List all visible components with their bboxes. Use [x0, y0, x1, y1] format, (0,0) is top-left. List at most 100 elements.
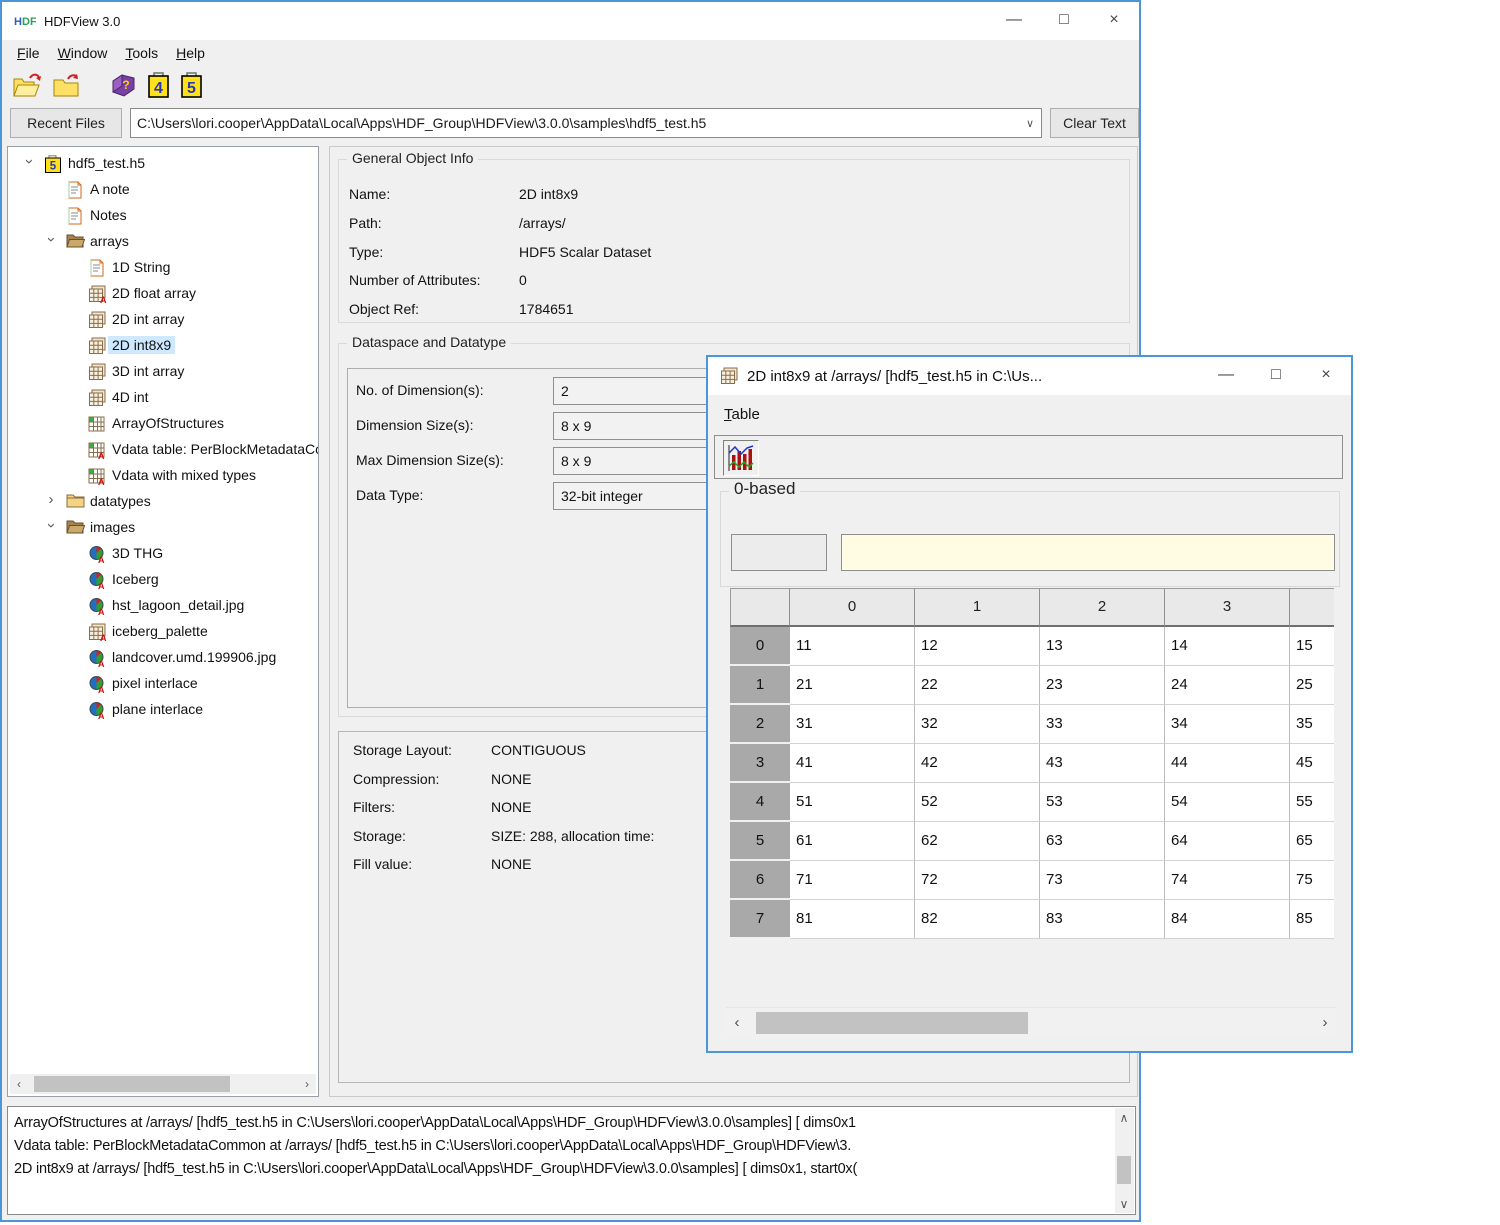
column-header-3[interactable]: 3 — [1165, 589, 1290, 627]
table-cell[interactable]: 33 — [1040, 705, 1165, 744]
lineplot-chart-button[interactable] — [723, 440, 759, 476]
table-cell[interactable]: 52 — [915, 783, 1040, 822]
menu-tools[interactable]: Tools — [116, 43, 167, 63]
table-cell[interactable]: 25 — [1290, 666, 1334, 705]
row-header-6[interactable]: 6 — [730, 861, 790, 900]
table-cell[interactable]: 65 — [1290, 822, 1334, 861]
table-cell[interactable]: 21 — [790, 666, 915, 705]
table-corner-cell[interactable] — [730, 589, 790, 627]
menu-file[interactable]: File — [8, 43, 49, 63]
help-book-icon[interactable]: ? — [110, 73, 137, 98]
table-cell[interactable]: 43 — [1040, 744, 1165, 783]
row-header-0[interactable]: 0 — [730, 627, 790, 666]
maximize-icon[interactable]: □ — [1251, 357, 1301, 393]
table-cell[interactable]: 71 — [790, 861, 915, 900]
close-icon[interactable]: × — [1089, 2, 1139, 38]
scroll-left-icon[interactable]: ‹ — [10, 1074, 28, 1094]
clear-text-button[interactable]: Clear Text — [1050, 108, 1139, 138]
tree-item-2d-float-array[interactable]: A2D float array — [8, 281, 318, 307]
chevron-down-icon[interactable]: ∨ — [1019, 117, 1041, 130]
maximize-icon[interactable]: □ — [1039, 2, 1089, 38]
scroll-right-icon[interactable]: › — [1316, 1008, 1334, 1038]
hdf4-icon[interactable]: 4 — [147, 72, 170, 99]
scrollbar-thumb[interactable] — [1117, 1156, 1131, 1184]
table-cell[interactable]: 34 — [1165, 705, 1290, 744]
tree-horizontal-scrollbar[interactable]: ‹ › — [10, 1074, 316, 1094]
scroll-right-icon[interactable]: › — [298, 1074, 316, 1094]
table-cell[interactable]: 63 — [1040, 822, 1165, 861]
table-cell[interactable]: 15 — [1290, 627, 1334, 666]
hdf5-icon[interactable]: 5 — [180, 72, 203, 99]
row-header-7[interactable]: 7 — [730, 900, 790, 939]
menu-table[interactable]: Table — [714, 404, 770, 425]
table-cell[interactable]: 35 — [1290, 705, 1334, 744]
tree-item-4d-int[interactable]: 4D int — [8, 385, 318, 411]
scroll-left-icon[interactable]: ‹ — [728, 1008, 746, 1038]
cell-value-field[interactable] — [841, 534, 1335, 571]
table-cell[interactable]: 64 — [1165, 822, 1290, 861]
table-cell[interactable]: 85 — [1290, 900, 1334, 939]
table-cell[interactable]: 12 — [915, 627, 1040, 666]
close-file-icon[interactable] — [52, 72, 80, 99]
table-cell[interactable]: 32 — [915, 705, 1040, 744]
table-cell[interactable]: 11 — [790, 627, 915, 666]
tree-item-arrays[interactable]: ›arrays — [8, 229, 318, 255]
tree-item-hst-lagoon-detail-jpg[interactable]: Ahst_lagoon_detail.jpg — [8, 593, 318, 619]
table-cell[interactable]: 53 — [1040, 783, 1165, 822]
minimize-icon[interactable]: — — [1201, 357, 1251, 393]
tree-item-2d-int-array[interactable]: 2D int array — [8, 307, 318, 333]
scrollbar-thumb[interactable] — [756, 1012, 1028, 1034]
tree-item-arrayofstructures[interactable]: ArrayOfStructures — [8, 411, 318, 437]
table-cell[interactable]: 45 — [1290, 744, 1334, 783]
row-header-2[interactable]: 2 — [730, 705, 790, 744]
tree-item-pixel-interlace[interactable]: Apixel interlace — [8, 671, 318, 697]
table-cell[interactable]: 61 — [790, 822, 915, 861]
table-cell[interactable]: 83 — [1040, 900, 1165, 939]
table-cell[interactable]: 14 — [1165, 627, 1290, 666]
tree-item-plane-interlace[interactable]: Aplane interlace — [8, 697, 318, 723]
table-cell[interactable]: 81 — [790, 900, 915, 939]
table-cell[interactable]: 51 — [790, 783, 915, 822]
recent-files-button[interactable]: Recent Files — [10, 108, 122, 138]
column-header-0[interactable]: 0 — [790, 589, 915, 627]
chevron-down-icon[interactable]: › — [22, 153, 36, 170]
table-cell[interactable]: 22 — [915, 666, 1040, 705]
tree-item-notes[interactable]: Notes — [8, 203, 318, 229]
table-cell[interactable]: 74 — [1165, 861, 1290, 900]
tree-item-3d-int-array[interactable]: 3D int array — [8, 359, 318, 385]
tree-item-hdf5-test-h5[interactable]: ›5hdf5_test.h5 — [8, 151, 318, 177]
table-cell[interactable]: 42 — [915, 744, 1040, 783]
table-cell[interactable]: 41 — [790, 744, 915, 783]
table-horizontal-scrollbar[interactable]: ‹ › — [726, 1007, 1336, 1038]
tree-item-iceberg[interactable]: AIceberg — [8, 567, 318, 593]
tree-item-vdata-table-perblockmetadatacommon[interactable]: AVdata table: PerBlockMetadataCommon — [8, 437, 318, 463]
tree-item-1d-string[interactable]: 1D String — [8, 255, 318, 281]
table-cell[interactable]: 44 — [1165, 744, 1290, 783]
tree-item-3d-thg[interactable]: A3D THG — [8, 541, 318, 567]
chevron-right-icon[interactable]: › — [44, 491, 58, 508]
table-cell[interactable]: 55 — [1290, 783, 1334, 822]
menu-help[interactable]: Help — [167, 43, 214, 63]
menu-window[interactable]: Window — [49, 43, 117, 63]
tree-item-landcover-umd-199906-jpg[interactable]: Alandcover.umd.199906.jpg — [8, 645, 318, 671]
table-cell[interactable]: 13 — [1040, 627, 1165, 666]
tree-item-datatypes[interactable]: ›datatypes — [8, 489, 318, 515]
cell-reference-field[interactable] — [731, 534, 827, 571]
row-header-3[interactable]: 3 — [730, 744, 790, 783]
row-header-5[interactable]: 5 — [730, 822, 790, 861]
table-cell[interactable]: 23 — [1040, 666, 1165, 705]
column-header-2[interactable]: 2 — [1040, 589, 1165, 627]
table-cell[interactable]: 84 — [1165, 900, 1290, 939]
tree-item-2d-int8x9[interactable]: 2D int8x9 — [8, 333, 318, 359]
minimize-icon[interactable]: — — [989, 2, 1039, 38]
log-vertical-scrollbar[interactable]: ∧ ∨ — [1115, 1108, 1134, 1213]
tree-item-a-note[interactable]: A note — [8, 177, 318, 203]
scroll-up-icon[interactable]: ∧ — [1115, 1108, 1133, 1128]
table-cell[interactable]: 73 — [1040, 861, 1165, 900]
table-cell[interactable]: 82 — [915, 900, 1040, 939]
table-cell[interactable]: 54 — [1165, 783, 1290, 822]
scroll-down-icon[interactable]: ∨ — [1115, 1195, 1133, 1213]
table-cell[interactable]: 24 — [1165, 666, 1290, 705]
row-header-1[interactable]: 1 — [730, 666, 790, 705]
scrollbar-thumb[interactable] — [34, 1076, 230, 1092]
